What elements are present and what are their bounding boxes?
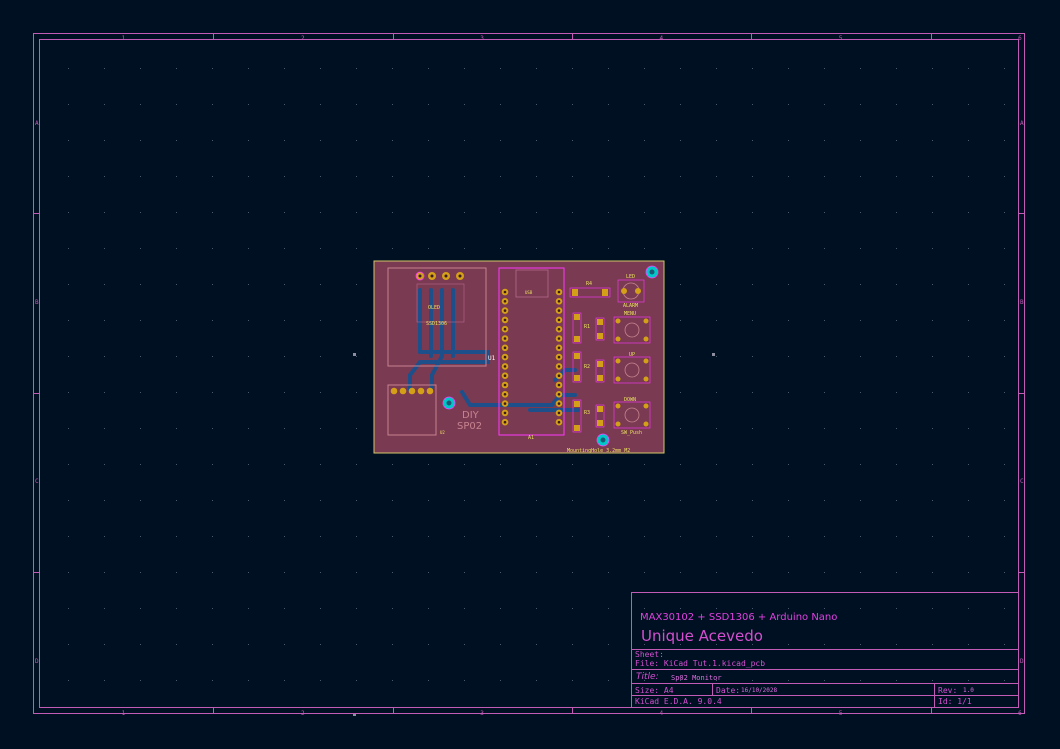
- sheet-label: Sheet:: [635, 650, 664, 659]
- rev-value: 1.0: [963, 687, 974, 694]
- title-value: Sp02 Monitor: [671, 674, 722, 682]
- column-tick: [930, 708, 932, 714]
- column-label: 2: [300, 710, 305, 717]
- u1-reference: U1: [488, 355, 496, 362]
- column-label: 1: [121, 710, 126, 717]
- column-label: 4: [659, 35, 664, 42]
- oled-value-label: OLED: [428, 305, 441, 311]
- row-tick: [1019, 571, 1025, 573]
- u2-reference: U2: [440, 430, 445, 435]
- column-label: 5: [838, 35, 843, 42]
- row-tick: [34, 213, 40, 215]
- column-label: 3: [480, 35, 484, 42]
- row-label: C: [1020, 478, 1024, 486]
- date-value: 16/10/2028: [741, 687, 778, 694]
- alarm-label: ALARM: [623, 303, 639, 309]
- row-label: A: [35, 119, 39, 127]
- title-block: MAX30102 + SSD1306 + Arduino Nano Unique…: [631, 592, 1019, 708]
- a1-reference: A1: [528, 435, 535, 441]
- column-label: 5: [838, 710, 843, 717]
- sheet-id: Id: 1/1: [938, 697, 972, 706]
- mounting-hole-label: MountingHole_3.2mm_M2: [567, 448, 631, 454]
- oled-chip-label: SSD1306: [426, 321, 448, 327]
- column-label: 6: [1018, 35, 1022, 42]
- r4-reference: R4: [586, 281, 593, 287]
- column-tick: [571, 34, 573, 40]
- row-tick: [1019, 392, 1025, 394]
- column-label: 1: [121, 35, 126, 42]
- column-tick: [930, 34, 932, 40]
- column-tick: [751, 708, 753, 714]
- row-label: D: [35, 657, 39, 665]
- r1-reference: R1: [584, 324, 591, 330]
- r3-reference: R3: [584, 410, 591, 416]
- column-label: 4: [659, 710, 664, 717]
- rev-label: Rev:: [938, 686, 958, 695]
- sw-push-label: SW_Push: [621, 430, 643, 436]
- row-label: D: [1020, 657, 1024, 665]
- row-tick: [1019, 213, 1025, 215]
- column-tick: [751, 34, 753, 40]
- up-label: UP: [629, 352, 636, 358]
- menu-label: MENU: [624, 311, 637, 317]
- column-tick: [392, 708, 394, 714]
- column-tick: [213, 34, 215, 40]
- column-label: 2: [300, 35, 305, 42]
- row-tick: [34, 392, 40, 394]
- column-tick: [213, 708, 215, 714]
- usb-label: USB: [525, 290, 533, 295]
- silk-title-diy: DIY: [462, 410, 479, 421]
- silk-title-spo2: SP02: [457, 421, 483, 432]
- row-tick: [34, 571, 40, 573]
- kicad-version: KiCad E.D.A. 9.0.4: [635, 697, 722, 706]
- title-block-company: Unique Acevedo: [641, 627, 763, 645]
- row-label: B: [1020, 298, 1024, 306]
- column-label: 3: [480, 710, 484, 717]
- title-block-subtitle: MAX30102 + SSD1306 + Arduino Nano: [640, 612, 838, 623]
- column-tick: [392, 34, 394, 40]
- row-label: A: [1020, 119, 1024, 127]
- led-reference: LED: [626, 274, 636, 280]
- file-label: File: KiCad Tut.1.kicad_pcb: [635, 659, 766, 668]
- title-label: Title:: [636, 672, 659, 682]
- row-label: B: [35, 298, 39, 306]
- date-label: Date:: [716, 686, 741, 695]
- column-tick: [571, 708, 573, 714]
- down-label: DOWN: [624, 397, 637, 403]
- size-label: Size: A4: [635, 686, 674, 695]
- r2-reference: R2: [584, 364, 591, 370]
- column-label: 6: [1018, 710, 1022, 717]
- row-label: C: [35, 478, 39, 486]
